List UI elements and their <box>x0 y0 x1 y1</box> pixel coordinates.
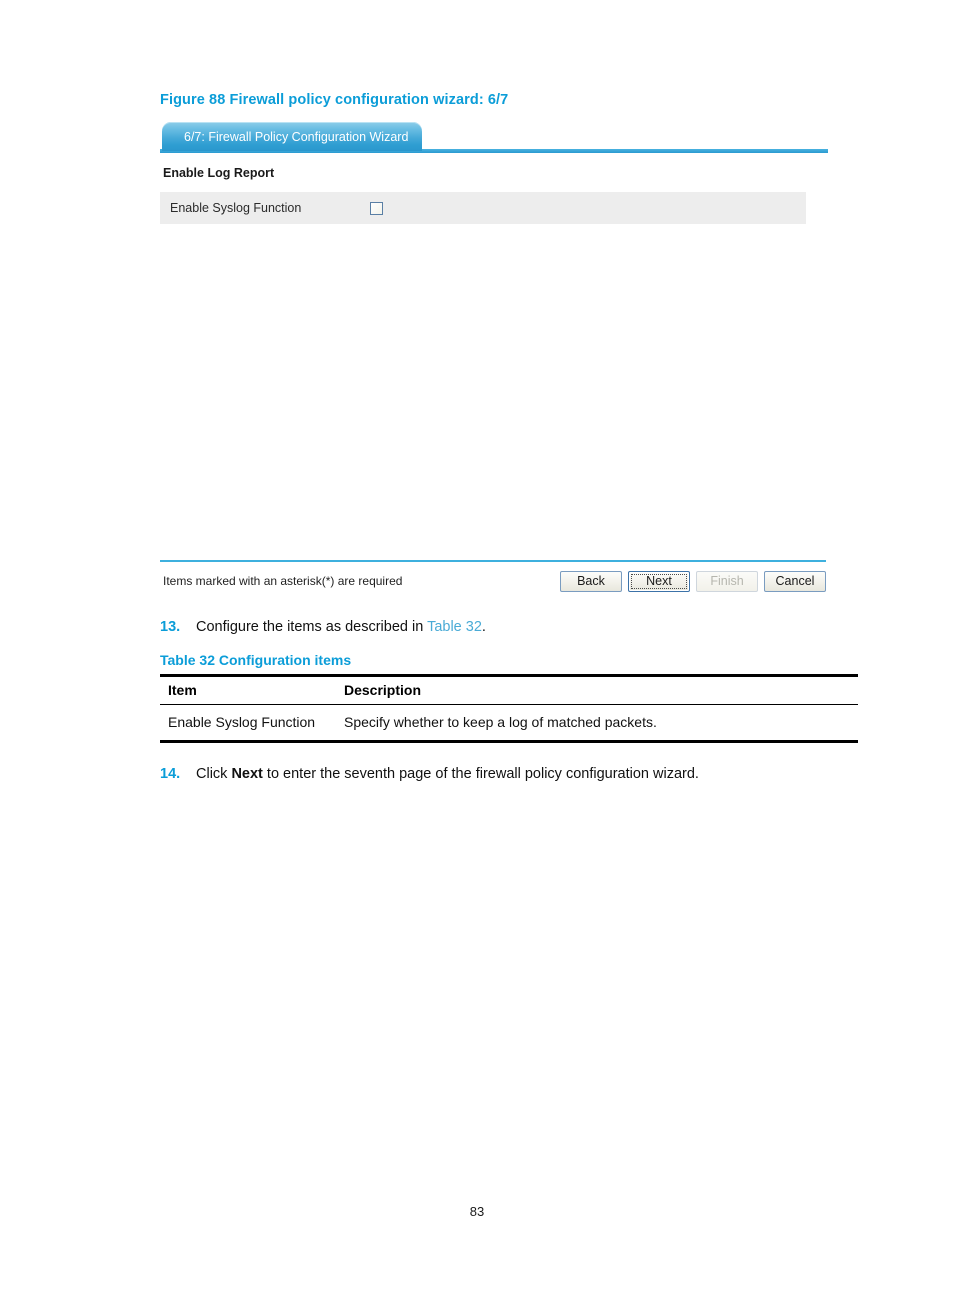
table-header-description: Description <box>336 673 858 705</box>
table-cell-description: Specify whether to keep a log of matched… <box>336 704 858 743</box>
section-heading-enable-log-report: Enable Log Report <box>163 166 275 180</box>
step-14-bold-next: Next <box>231 765 263 782</box>
label-enable-syslog-function: Enable Syslog Function <box>170 201 302 215</box>
step-14-text-before: Click <box>196 765 232 782</box>
table-caption: Table 32 Configuration items <box>160 651 352 668</box>
finish-button: Finish <box>696 570 758 592</box>
enable-syslog-function-checkbox[interactable] <box>370 201 383 215</box>
cancel-button[interactable]: Cancel <box>764 570 826 592</box>
step-14-text-after: to enter the seventh page of the firewal… <box>262 765 699 782</box>
table-32-link[interactable]: Table 32 <box>427 619 482 635</box>
required-fields-note: Items marked with an asterisk(*) are req… <box>163 574 403 588</box>
step-13-text: Configure the items as described in Tabl… <box>196 618 486 638</box>
table-row: Enable Syslog Function Specify whether t… <box>160 704 858 743</box>
page-content: Figure 88 Firewall policy configuration … <box>160 92 860 784</box>
step-14: 14. Click Next to enter the seventh page… <box>160 765 860 785</box>
table-cell-item: Enable Syslog Function <box>160 704 336 743</box>
configuration-items-table: Item Description Enable Syslog Function … <box>160 673 858 743</box>
step-13-number: 13. <box>160 619 181 635</box>
wizard-footer: Items marked with an asterisk(*) are req… <box>160 562 826 596</box>
tab-firewall-policy-configuration-wizard[interactable]: 6/7: Firewall Policy Configuration Wizar… <box>162 122 423 151</box>
step-13-text-after: . <box>481 619 486 635</box>
document-page: Figure 88 Firewall policy configuration … <box>0 0 954 1296</box>
table-header-row: Item Description <box>160 673 858 705</box>
wizard-button-group: Back Next Finish Cancel <box>560 570 826 592</box>
step-14-number: 14. <box>160 765 181 782</box>
form-row-enable-syslog-function: Enable Syslog Function <box>160 192 806 224</box>
step-14-text: Click Next to enter the seventh page of … <box>196 765 699 785</box>
wizard-screenshot: 6/7: Firewall Policy Configuration Wizar… <box>160 122 828 596</box>
page-number: 83 <box>469 1204 485 1219</box>
back-button[interactable]: Back <box>560 570 622 592</box>
wizard-tabstrip: 6/7: Firewall Policy Configuration Wizar… <box>160 122 828 153</box>
step-13-text-before: Configure the items as described in <box>196 619 428 635</box>
figure-caption: Figure 88 Firewall policy configuration … <box>160 92 509 108</box>
wizard-body-blank-area <box>160 224 828 560</box>
next-button[interactable]: Next <box>628 570 690 592</box>
step-13: 13. Configure the items as described in … <box>160 618 860 638</box>
table-header-item: Item <box>160 673 336 705</box>
